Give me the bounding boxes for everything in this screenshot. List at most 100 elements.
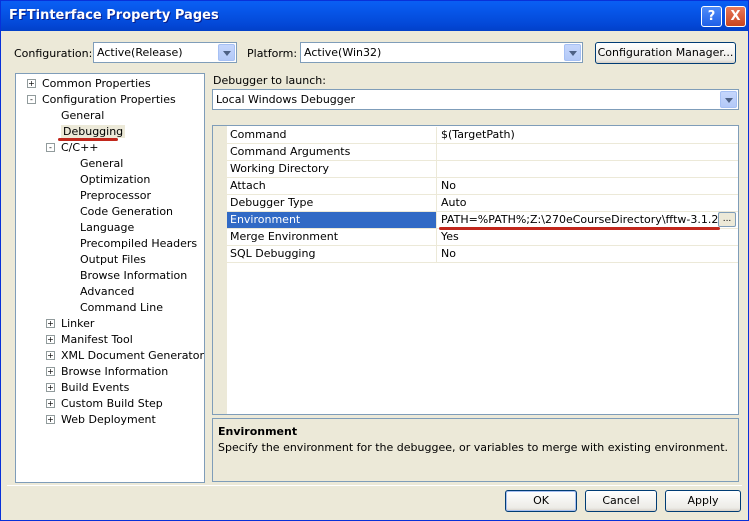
tree-item-label: Command Line bbox=[80, 301, 163, 314]
tree-item-label: Preprocessor bbox=[80, 189, 152, 202]
tree-item[interactable]: + Browse Information bbox=[46, 364, 169, 380]
tree-item[interactable]: - C/C++ bbox=[46, 140, 99, 156]
cancel-button[interactable]: Cancel bbox=[585, 490, 657, 512]
tree-item[interactable]: Advanced bbox=[80, 284, 134, 300]
tree-item-label: General bbox=[80, 157, 124, 170]
tree-item[interactable]: Preprocessor bbox=[80, 188, 151, 204]
debugger-launch-combo[interactable]: Local Windows Debugger bbox=[212, 89, 739, 110]
tree-item-label: C/C++ bbox=[61, 141, 99, 154]
chevron-down-icon[interactable] bbox=[564, 44, 581, 61]
tree-item[interactable]: + Build Events bbox=[46, 380, 129, 396]
property-name: SQL Debugging bbox=[227, 246, 437, 262]
help-button[interactable]: ? bbox=[701, 6, 722, 27]
tree-item[interactable]: + Web Deployment bbox=[46, 412, 156, 428]
configuration-label: Configuration: bbox=[14, 47, 93, 60]
description-title: Environment bbox=[218, 425, 298, 438]
expand-icon[interactable]: + bbox=[46, 335, 55, 344]
tree-item[interactable]: Command Line bbox=[80, 300, 163, 316]
annotation-underline bbox=[439, 227, 720, 230]
tree-item-label: Web Deployment bbox=[61, 413, 156, 426]
annotation-underline bbox=[58, 138, 118, 141]
property-value[interactable]: Auto bbox=[438, 195, 738, 211]
tree-item[interactable]: Optimization bbox=[80, 172, 150, 188]
platform-combo[interactable]: Active(Win32) bbox=[300, 42, 583, 63]
tree-item-label: XML Document Generator bbox=[61, 349, 204, 362]
tree-item[interactable]: Language bbox=[80, 220, 134, 236]
tree-item-label: Configuration Properties bbox=[42, 93, 176, 106]
platform-value: Active(Win32) bbox=[304, 46, 382, 59]
property-row[interactable]: Debugger Type Auto bbox=[227, 195, 738, 212]
property-grid[interactable]: Command $(TargetPath) Command Arguments Wor… bbox=[212, 125, 739, 415]
tree-item[interactable]: + Custom Build Step bbox=[46, 396, 163, 412]
expand-icon[interactable]: + bbox=[46, 319, 55, 328]
tree-item-label: Optimization bbox=[80, 173, 151, 186]
property-row[interactable]: Attach No bbox=[227, 178, 738, 195]
description-panel: Environment Specify the environment for … bbox=[212, 418, 739, 482]
tree-item-label: Code Generation bbox=[80, 205, 174, 218]
collapse-icon[interactable]: - bbox=[46, 143, 55, 152]
edit-value-button[interactable]: ... bbox=[718, 212, 736, 227]
tree-item[interactable]: Code Generation bbox=[80, 204, 173, 220]
tree-item-label: Common Properties bbox=[42, 77, 151, 90]
divider bbox=[7, 485, 742, 486]
tree-item[interactable]: General bbox=[80, 156, 123, 172]
tree-item[interactable]: Output Files bbox=[80, 252, 146, 268]
property-name: Command bbox=[227, 127, 437, 143]
close-button[interactable]: X bbox=[725, 6, 746, 27]
property-name: Attach bbox=[227, 178, 437, 194]
tree-item[interactable]: - Configuration Properties bbox=[27, 92, 176, 108]
expand-icon[interactable]: + bbox=[27, 79, 36, 88]
platform-label: Platform: bbox=[247, 47, 298, 60]
tree-item-label: Browse Information bbox=[80, 269, 188, 282]
property-row[interactable]: Command $(TargetPath) bbox=[227, 127, 738, 144]
expand-icon[interactable]: + bbox=[46, 415, 55, 424]
tree-item-label: Browse Information bbox=[61, 365, 169, 378]
tree-item[interactable]: + Linker bbox=[46, 316, 95, 332]
tree-item[interactable]: + Common Properties bbox=[27, 76, 151, 92]
tree-item-label: Output Files bbox=[80, 253, 146, 266]
property-name: Debugger Type bbox=[227, 195, 437, 211]
expand-icon[interactable]: + bbox=[46, 383, 55, 392]
property-row[interactable]: SQL Debugging No bbox=[227, 246, 738, 263]
tree-item-label: Manifest Tool bbox=[61, 333, 133, 346]
tree-item-label: Advanced bbox=[80, 285, 135, 298]
tree-item[interactable]: + Manifest Tool bbox=[46, 332, 133, 348]
debugger-launch-value: Local Windows Debugger bbox=[216, 93, 356, 106]
tree-item[interactable]: Precompiled Headers bbox=[80, 236, 197, 252]
debugger-launch-label: Debugger to launch: bbox=[213, 74, 326, 87]
chevron-down-icon[interactable] bbox=[720, 91, 737, 108]
property-name: Command Arguments bbox=[227, 144, 437, 160]
property-value[interactable] bbox=[438, 161, 738, 177]
tree-item-label: Language bbox=[80, 221, 135, 234]
window-title: FFTinterface Property Pages bbox=[9, 8, 219, 23]
configuration-manager-button[interactable]: Configuration Manager... bbox=[595, 42, 736, 64]
property-value[interactable]: $(TargetPath) bbox=[438, 127, 738, 143]
property-name: Environment bbox=[227, 212, 437, 228]
expand-icon[interactable]: + bbox=[46, 367, 55, 376]
expand-icon[interactable]: + bbox=[46, 351, 55, 360]
property-tree[interactable]: + Common Properties - Configuration Propert… bbox=[15, 73, 205, 483]
property-row[interactable]: Command Arguments bbox=[227, 144, 738, 161]
configuration-combo[interactable]: Active(Release) bbox=[93, 42, 237, 63]
title-bar[interactable]: FFTinterface Property Pages ? X bbox=[1, 1, 748, 31]
property-value[interactable]: PATH=%PATH%;Z:\270eCourseDirectory\fftw-… bbox=[438, 212, 738, 228]
tree-item-label: General bbox=[61, 109, 105, 122]
property-row[interactable]: Working Directory bbox=[227, 161, 738, 178]
property-value[interactable]: No bbox=[438, 178, 738, 194]
property-pages-window: FFTinterface Property Pages ? X Configur… bbox=[0, 0, 749, 521]
chevron-down-icon[interactable] bbox=[218, 44, 235, 61]
description-text: Specify the environment for the debuggee… bbox=[218, 441, 729, 454]
property-value[interactable] bbox=[438, 144, 738, 160]
apply-button[interactable]: Apply bbox=[665, 490, 741, 512]
tree-item[interactable]: Browse Information bbox=[80, 268, 187, 284]
tree-item-label: Linker bbox=[61, 317, 95, 330]
tree-item[interactable]: General bbox=[61, 108, 104, 124]
collapse-icon[interactable]: - bbox=[27, 95, 36, 104]
ok-button[interactable]: OK bbox=[505, 490, 577, 512]
property-row[interactable]: Merge Environment Yes bbox=[227, 229, 738, 246]
grid-gutter bbox=[213, 126, 227, 414]
tree-item[interactable]: + XML Document Generator bbox=[46, 348, 204, 364]
property-value[interactable]: No bbox=[438, 246, 738, 262]
property-value[interactable]: Yes bbox=[438, 229, 738, 245]
expand-icon[interactable]: + bbox=[46, 399, 55, 408]
